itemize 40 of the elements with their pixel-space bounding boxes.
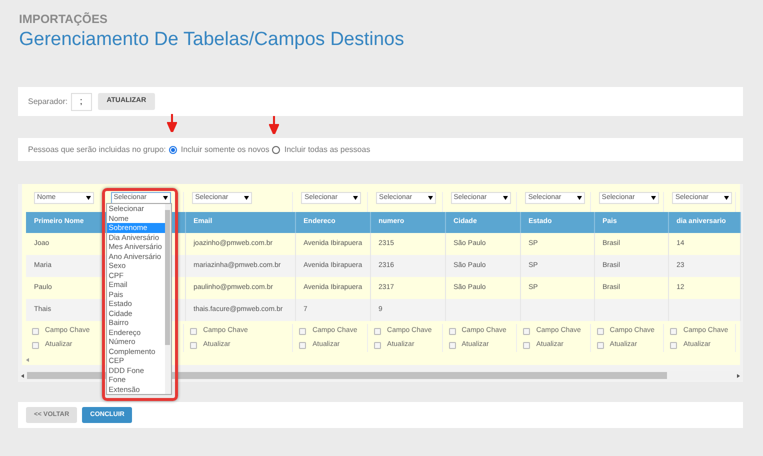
caret-icon <box>577 196 582 200</box>
section-title: IMPORTAÇÕES <box>19 12 108 26</box>
checkbox[interactable] <box>32 328 39 334</box>
checkbox[interactable] <box>523 328 530 334</box>
scroll-left-icon[interactable] <box>21 374 24 378</box>
checkbox[interactable] <box>32 342 39 348</box>
annotation-arrow <box>167 114 177 132</box>
caret-icon <box>650 196 656 200</box>
page-title: Gerenciamento De Tabelas/Campos Destinos <box>19 28 406 52</box>
checkbox[interactable] <box>448 328 456 334</box>
checkbox[interactable] <box>523 342 530 348</box>
separator-field[interactable]: ; <box>70 92 92 110</box>
annotation-arrow <box>269 116 279 134</box>
checkbox[interactable] <box>299 328 306 334</box>
checkbox[interactable] <box>190 328 198 334</box>
caret-icon <box>502 196 508 200</box>
dropdown-scrollbar[interactable] <box>164 204 171 394</box>
caret-icon <box>244 196 250 200</box>
scroll-left-icon[interactable] <box>26 358 29 362</box>
radio-label: Incluir somente os novos <box>180 144 270 156</box>
checkbox[interactable] <box>596 328 604 334</box>
caret-icon <box>353 196 358 200</box>
caret-icon <box>86 196 91 200</box>
checkbox[interactable] <box>670 328 678 334</box>
checkbox[interactable] <box>190 342 198 348</box>
separator-label: Separador: <box>28 96 68 108</box>
radio-button[interactable] <box>168 146 177 154</box>
scroll-right-icon[interactable] <box>737 374 740 378</box>
checkbox[interactable] <box>670 342 678 348</box>
caret-icon <box>428 196 434 200</box>
checkbox[interactable] <box>448 342 456 348</box>
checkbox[interactable] <box>596 342 604 348</box>
group-label: Pessoas que serão incluidas no grupo: <box>28 144 166 156</box>
checkbox[interactable] <box>374 342 382 348</box>
checkbox[interactable] <box>299 342 306 348</box>
caret-icon <box>162 196 168 200</box>
caret-icon <box>724 196 730 200</box>
radio-button[interactable] <box>272 146 280 154</box>
radio-label: Incluir todas as pessoas <box>284 144 370 156</box>
checkbox[interactable] <box>374 328 382 334</box>
